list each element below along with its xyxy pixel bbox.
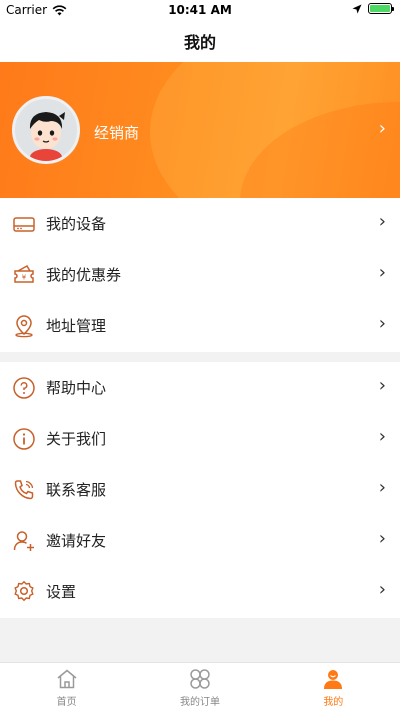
chevron-right-icon: › xyxy=(378,579,386,600)
svg-text:¥: ¥ xyxy=(22,274,27,282)
avatar-cartoon-icon xyxy=(29,112,65,161)
menu-item-label: 我的设备 xyxy=(46,215,107,233)
status-time: 10:41 AM xyxy=(168,3,232,17)
chevron-right-icon: › xyxy=(378,426,386,447)
tab-my-orders[interactable]: 我的订单 xyxy=(133,663,266,711)
help-icon xyxy=(13,377,35,399)
tab-label: 我的 xyxy=(323,696,344,708)
tab-home[interactable]: 首页 xyxy=(0,663,133,711)
tab-mine[interactable]: 我的 xyxy=(267,663,400,711)
menu-item-label: 邀请好友 xyxy=(46,532,107,550)
nav-bar: 我的 xyxy=(0,20,400,62)
home-icon xyxy=(57,669,77,688)
menu-item-label: 关于我们 xyxy=(46,430,107,448)
location-arrow-icon xyxy=(352,4,362,13)
menu-item-invite-friends[interactable]: 邀请好友 › xyxy=(0,515,400,566)
battery-icon xyxy=(368,3,394,14)
info-icon xyxy=(13,428,35,450)
chevron-right-icon: › xyxy=(378,313,386,334)
menu-item-label: 联系客服 xyxy=(46,481,107,499)
page-title: 我的 xyxy=(183,33,216,52)
menu-item-label: 我的优惠券 xyxy=(46,266,122,284)
menu-item-help-center[interactable]: 帮助中心 › xyxy=(0,362,400,413)
avatar[interactable] xyxy=(12,96,80,164)
battery-fill xyxy=(370,5,390,12)
profile-icon xyxy=(324,669,343,689)
chevron-right-icon: › xyxy=(378,528,386,549)
menu-item-label: 帮助中心 xyxy=(46,379,107,397)
menu-item-settings[interactable]: 设置 › xyxy=(0,566,400,617)
status-bar: Carrier 10:41 AM xyxy=(0,0,400,20)
menu-item-label: 设置 xyxy=(46,583,77,601)
chevron-right-icon: › xyxy=(378,118,386,139)
tab-label: 我的订单 xyxy=(179,696,220,708)
coupon-icon: ¥ xyxy=(14,264,34,283)
menu-group-2: 帮助中心 › 关于我们 › 联系客服 › 邀请好友 › 设置 › xyxy=(0,362,400,618)
status-right xyxy=(352,3,394,14)
settings-icon xyxy=(14,580,34,602)
tab-bar: 首页 我的订单 我的 xyxy=(0,662,400,711)
location-icon xyxy=(15,315,33,338)
menu-item-my-devices[interactable]: 我的设备 › xyxy=(0,198,400,249)
menu-item-label: 地址管理 xyxy=(46,317,107,335)
phone-icon xyxy=(14,480,34,500)
chevron-right-icon: › xyxy=(378,262,386,283)
tab-label: 首页 xyxy=(56,696,77,708)
device-icon xyxy=(13,217,35,232)
chevron-right-icon: › xyxy=(378,211,386,232)
menu-item-contact-service[interactable]: 联系客服 › xyxy=(0,464,400,515)
chevron-right-icon: › xyxy=(378,477,386,498)
invite-icon xyxy=(13,531,34,551)
profile-banner[interactable]: 经销商 › xyxy=(0,62,400,198)
orders-icon xyxy=(190,668,210,689)
profile-name: 经销商 xyxy=(94,124,140,142)
menu-item-my-coupons[interactable]: ¥ 我的优惠券 › xyxy=(0,249,400,300)
menu-group-1: 我的设备 › ¥ 我的优惠券 › 地址管理 › xyxy=(0,198,400,352)
menu-item-about-us[interactable]: 关于我们 › xyxy=(0,413,400,464)
menu-item-address-management[interactable]: 地址管理 › xyxy=(0,300,400,351)
chevron-right-icon: › xyxy=(378,375,386,396)
